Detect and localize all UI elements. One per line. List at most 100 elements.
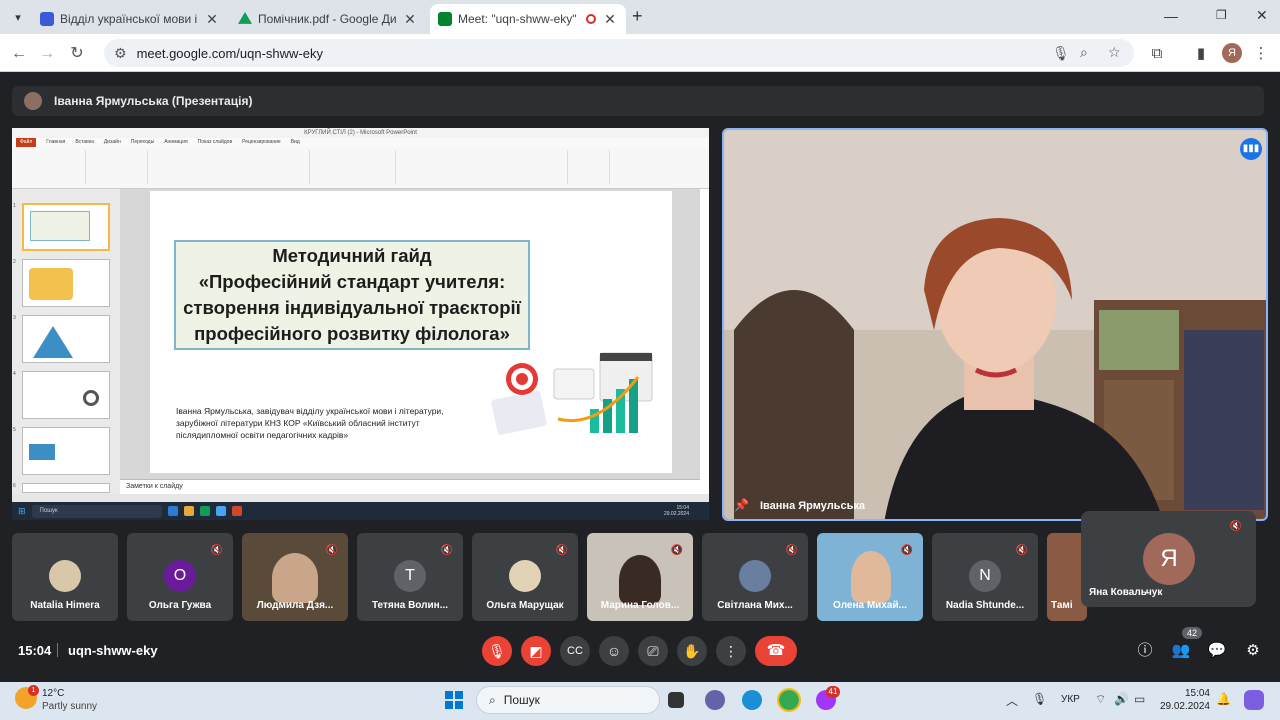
microphone-icon[interactable]: 🎙 bbox=[1052, 45, 1070, 62]
inner-app-icon bbox=[183, 506, 194, 516]
edge-icon[interactable] bbox=[742, 690, 762, 710]
tray-chevron-icon[interactable]: ︿ bbox=[1006, 692, 1018, 709]
new-tab-button[interactable]: + bbox=[632, 6, 643, 27]
site-info-icon[interactable]: ⚙ bbox=[114, 45, 127, 62]
avatar: О bbox=[164, 560, 196, 592]
docs-favicon-icon bbox=[40, 12, 54, 26]
profile-avatar[interactable]: Я bbox=[1222, 43, 1242, 63]
slide-number: 4 bbox=[13, 371, 16, 377]
participant-tile[interactable]: Т 🔇 Тетяна Волин... bbox=[357, 533, 463, 621]
volume-icon[interactable]: 🔊 bbox=[1114, 692, 1129, 706]
tab-2[interactable]: Помічник.pdf - Google Диск ✕ bbox=[230, 4, 426, 34]
slide-author: Іванна Ярмульська, завідувач відділу укр… bbox=[176, 406, 444, 440]
participant-tile[interactable]: 🔇 Ольга Марущак bbox=[472, 533, 578, 621]
chrome-icon[interactable] bbox=[777, 688, 801, 712]
side-panel-icon[interactable]: ▮ bbox=[1190, 43, 1212, 65]
participant-tile[interactable]: 🔇 Марина Голов... bbox=[587, 533, 693, 621]
people-icon[interactable]: 👥 bbox=[1170, 640, 1192, 662]
taskbar-clock[interactable]: 15:04 29.02.2024 bbox=[1150, 687, 1210, 713]
presenter-bar: Іванна Ярмульська (Презентація) bbox=[12, 86, 1264, 116]
main-speaker-video[interactable]: ▮▮▮ 📌 Іванна Ярмульська bbox=[722, 128, 1268, 521]
raise-hand-button[interactable]: ✋ bbox=[677, 636, 707, 666]
participant-name: Ольга Гужва bbox=[148, 600, 212, 611]
close-icon[interactable]: ✕ bbox=[602, 11, 618, 28]
mic-off-icon: 🔇 bbox=[900, 545, 913, 556]
more-options-button[interactable]: ⋮ bbox=[716, 636, 746, 666]
slide-thumbnail bbox=[22, 259, 110, 307]
participant-tile[interactable]: N 🔇 Nadia Shtunde... bbox=[932, 533, 1038, 621]
meet-favicon-icon bbox=[438, 12, 452, 26]
captions-button[interactable]: CC bbox=[560, 636, 590, 666]
participant-video bbox=[272, 553, 318, 603]
wifi-icon[interactable]: ⌔ bbox=[1095, 692, 1106, 707]
avatar bbox=[739, 560, 771, 592]
ppt-tab: Главная bbox=[46, 139, 66, 145]
participant-tile[interactable]: 🔇 Олена Михай... bbox=[817, 533, 923, 621]
tab-meet[interactable]: Meet: "uqn-shww-eky" ✕ bbox=[430, 4, 626, 34]
inner-app-icon bbox=[215, 506, 226, 516]
forward-icon[interactable]: → bbox=[36, 43, 58, 65]
presenter-label: Іванна Ярмульська (Презентація) bbox=[54, 94, 253, 108]
ppt-tab: Анимация bbox=[164, 139, 188, 145]
restore-icon[interactable]: ❐ bbox=[1216, 8, 1227, 22]
participant-name: Тетяна Волин... bbox=[371, 600, 449, 611]
battery-icon[interactable]: ▭ bbox=[1134, 692, 1145, 706]
participant-name: Світлана Мих... bbox=[717, 600, 793, 611]
participant-tile[interactable]: О 🔇 Ольга Гужва bbox=[127, 533, 233, 621]
extensions-icon[interactable]: ⧉ bbox=[1146, 43, 1168, 65]
emoji-button[interactable]: ☺ bbox=[599, 636, 629, 666]
chat-icon[interactable]: 💬 bbox=[1206, 640, 1228, 662]
ppt-tab: Показ слайдов bbox=[197, 139, 233, 145]
close-icon[interactable]: ✕ bbox=[204, 11, 220, 28]
participant-tile[interactable]: 🔇 Людмила Дзя... bbox=[242, 533, 348, 621]
bookmark-star-icon[interactable]: ☆ bbox=[1108, 44, 1121, 61]
self-name: Яна Ковальчук bbox=[1089, 587, 1163, 598]
meeting-info-icon[interactable]: ⓘ bbox=[1134, 640, 1156, 662]
windows-start-icon[interactable] bbox=[444, 690, 464, 710]
self-tile[interactable]: 🔇 Я Яна Ковальчук bbox=[1081, 511, 1256, 607]
camera-toggle-button[interactable]: ◩ bbox=[521, 636, 551, 666]
ribbon-group bbox=[398, 150, 568, 184]
notification-bell-icon[interactable]: 🔔 bbox=[1216, 692, 1231, 706]
avatar: Т bbox=[394, 560, 426, 592]
tab-search-button[interactable]: ▾ bbox=[8, 8, 28, 28]
activities-icon[interactable]: ⚙ bbox=[1242, 640, 1264, 662]
task-view-icon[interactable] bbox=[668, 692, 684, 708]
recording-icon bbox=[586, 14, 596, 24]
taskbar-search-label: Пошук bbox=[503, 693, 540, 707]
ppt-notes: Заметки к слайду bbox=[120, 479, 700, 494]
weather-desc[interactable]: Partly sunny bbox=[42, 701, 97, 712]
copilot-icon[interactable] bbox=[1244, 690, 1264, 710]
participant-name: Олена Михай... bbox=[833, 600, 907, 611]
window-close-icon[interactable]: ✕ bbox=[1256, 7, 1268, 24]
taskbar-search[interactable]: ⌕ Пошук bbox=[476, 686, 660, 714]
zoom-icon[interactable]: ⌕ bbox=[1080, 44, 1088, 61]
keyboard-language[interactable]: УКР bbox=[1061, 694, 1080, 705]
clock-date: 29.02.2024 bbox=[1159, 701, 1210, 712]
clock-time: 15:04 bbox=[1184, 688, 1210, 699]
slide-number: 6 bbox=[13, 483, 16, 489]
browser-tab-bar: ▾ Відділ української мови і літер ✕ Помі… bbox=[0, 0, 1280, 34]
tab-1[interactable]: Відділ української мови і літер ✕ bbox=[32, 4, 228, 34]
omnibox[interactable]: ⚙ meet.google.com/uqn-shww-eky 🎙 ⌕ ☆ bbox=[104, 39, 1134, 67]
minimize-icon[interactable]: — bbox=[1164, 8, 1178, 24]
ppt-tab: Переходы bbox=[130, 139, 155, 145]
leave-call-button[interactable]: ☎ bbox=[755, 636, 797, 666]
ppt-tab: Дизайн bbox=[103, 139, 121, 145]
menu-dots-icon[interactable]: ⋮ bbox=[1250, 43, 1272, 65]
back-icon[interactable]: ← bbox=[8, 43, 30, 65]
slide-title-line: «Професійний стандарт учителя: bbox=[198, 271, 506, 292]
participant-tile[interactable]: 🔇 Світлана Мих... bbox=[702, 533, 808, 621]
weather-temp[interactable]: 12°C bbox=[42, 688, 64, 699]
teams-icon[interactable] bbox=[705, 690, 725, 710]
mic-toggle-button[interactable]: 🎙 bbox=[482, 636, 512, 666]
pin-icon[interactable]: 📌 bbox=[734, 498, 749, 512]
participant-name: Марина Голов... bbox=[600, 600, 680, 611]
close-icon[interactable]: ✕ bbox=[402, 11, 418, 28]
reload-icon[interactable]: ↻ bbox=[66, 43, 88, 65]
participant-tile[interactable]: Natalia Himera bbox=[12, 533, 118, 621]
tray-mic-icon[interactable]: 🎙 bbox=[1032, 692, 1047, 706]
url-text[interactable]: meet.google.com/uqn-shww-eky bbox=[137, 46, 323, 61]
present-button[interactable]: ⎚ bbox=[638, 636, 668, 666]
thumb-content bbox=[29, 444, 55, 460]
